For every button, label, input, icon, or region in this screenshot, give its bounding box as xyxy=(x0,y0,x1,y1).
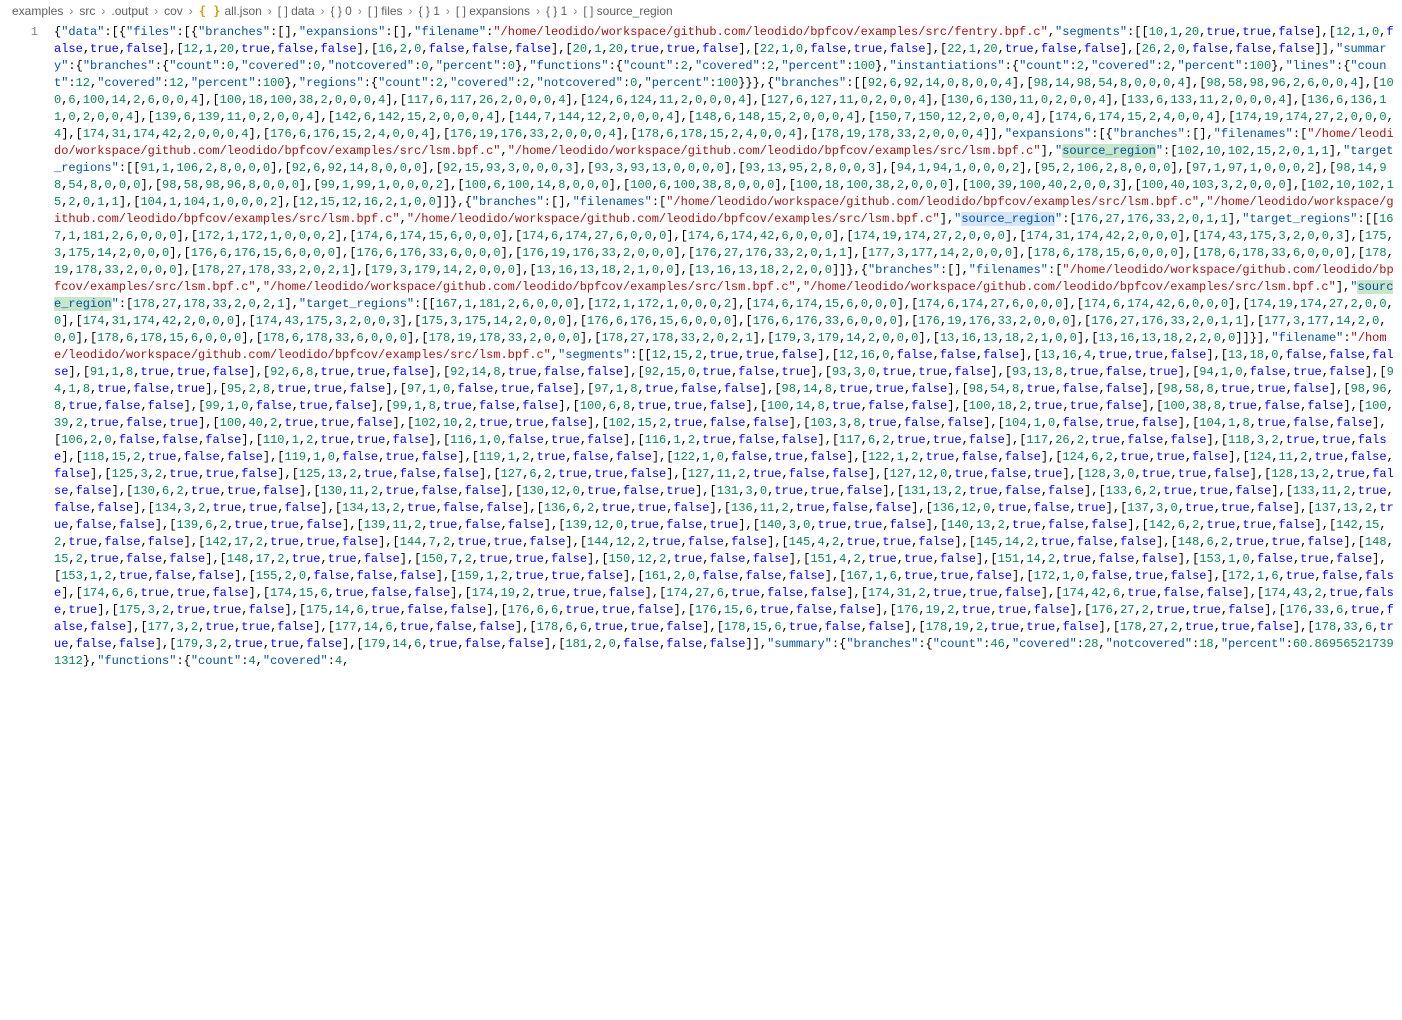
chevron-right-icon: › xyxy=(154,4,158,18)
breadcrumb-item[interactable]: { } 0 xyxy=(331,4,352,18)
code-editor[interactable]: 1 {"data":[{"files":[{"branches":[],"exp… xyxy=(0,22,1402,1018)
chevron-right-icon: › xyxy=(268,4,272,18)
breadcrumb-item[interactable]: [ ] files xyxy=(368,4,403,18)
line-number: 1 xyxy=(0,24,38,41)
breadcrumb-item[interactable]: .output xyxy=(111,4,148,18)
breadcrumb-item[interactable]: [ ] source_region xyxy=(583,4,672,18)
chevron-right-icon: › xyxy=(358,4,362,18)
chevron-right-icon: › xyxy=(321,4,325,18)
breadcrumb-item[interactable]: { } 1 xyxy=(419,4,440,18)
breadcrumb-item[interactable]: all.json xyxy=(224,4,261,18)
breadcrumb-item[interactable]: examples xyxy=(12,4,63,18)
chevron-right-icon: › xyxy=(189,4,193,18)
chevron-right-icon: › xyxy=(101,4,105,18)
breadcrumb-item[interactable]: src xyxy=(79,4,95,18)
chevron-right-icon: › xyxy=(573,4,577,18)
breadcrumb-item[interactable]: cov xyxy=(164,4,183,18)
json-file-icon: { } xyxy=(199,4,221,18)
code-content[interactable]: {"data":[{"files":[{"branches":[],"expan… xyxy=(50,22,1402,1018)
breadcrumb-item[interactable]: [ ] data xyxy=(278,4,315,18)
breadcrumb: examples › src › .output › cov › { } all… xyxy=(0,0,1402,22)
chevron-right-icon: › xyxy=(446,4,450,18)
chevron-right-icon: › xyxy=(409,4,413,18)
chevron-right-icon: › xyxy=(536,4,540,18)
line-number-gutter: 1 xyxy=(0,22,50,1018)
breadcrumb-item[interactable]: [ ] expansions xyxy=(456,4,530,18)
chevron-right-icon: › xyxy=(69,4,73,18)
breadcrumb-item[interactable]: { } 1 xyxy=(546,4,567,18)
